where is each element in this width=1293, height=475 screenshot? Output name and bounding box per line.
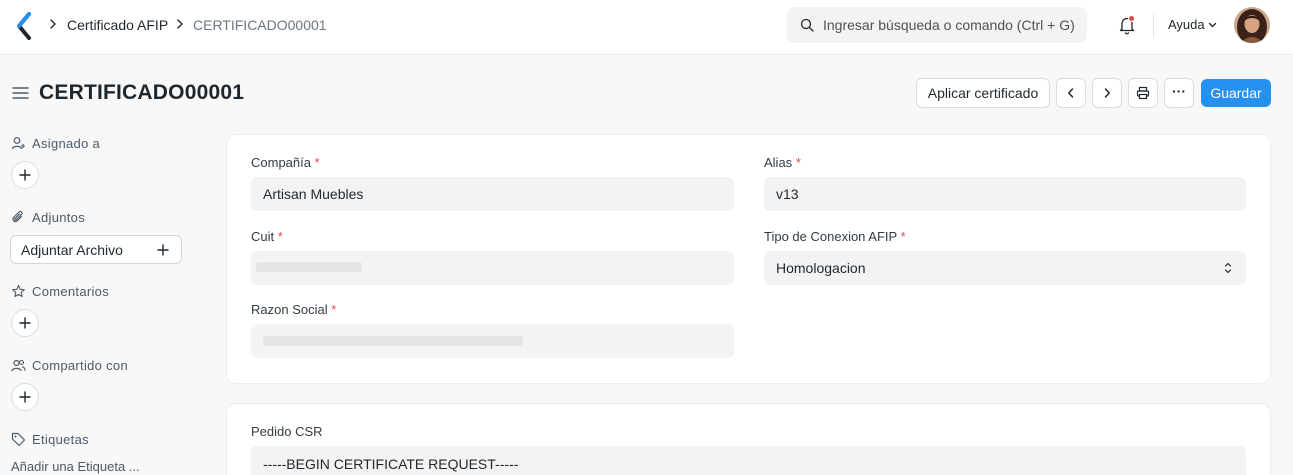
more-actions-button[interactable]: ··· [1164,78,1194,108]
previous-document-button[interactable] [1056,78,1086,108]
attachments-section: Adjuntos [11,210,85,225]
app-logo-icon[interactable] [14,12,34,40]
chevron-right-icon [1104,88,1110,98]
tag-icon [11,432,26,447]
add-comment-button[interactable] [11,309,39,337]
connection-type-label: Tipo de Conexion AFIP * [764,229,906,244]
print-button[interactable] [1128,78,1158,108]
users-icon [11,359,26,372]
chevron-down-icon[interactable] [1208,21,1217,29]
help-menu[interactable]: Ayuda [1168,17,1205,33]
star-icon [12,284,25,298]
alias-label: Alias * [764,155,801,170]
plus-icon [19,317,31,329]
user-plus-icon [11,137,25,150]
add-share-button[interactable] [11,383,39,411]
comments-label: Comentarios [32,284,109,299]
chevron-right-icon [177,19,183,29]
redacted-value [256,262,362,272]
chevron-right-icon [50,19,56,29]
connection-type-select[interactable]: Homologacion [764,251,1246,285]
attach-file-label: Adjuntar Archivo [21,242,123,258]
csr-textarea[interactable]: -----BEGIN CERTIFICATE REQUEST----- [251,446,1246,475]
avatar[interactable] [1234,7,1270,43]
alias-field[interactable]: v13 [764,177,1246,211]
plus-icon [19,169,31,181]
bell-icon[interactable] [1118,15,1136,35]
assigned-to-label: Asignado a [32,136,101,151]
next-document-button[interactable] [1092,78,1122,108]
attachments-label: Adjuntos [32,210,85,225]
search-placeholder: Ingresar búsqueda o comando (Ctrl + G) [823,17,1075,33]
printer-icon [1136,86,1150,100]
apply-certificate-button[interactable]: Aplicar certificado [916,78,1050,108]
company-field[interactable]: Artisan Muebles [251,177,734,211]
comments-section: Comentarios [11,284,109,299]
paperclip-icon [12,210,23,223]
shared-with-section: Compartido con [11,358,128,373]
cuit-field[interactable] [251,251,734,285]
redacted-value [263,336,523,346]
assigned-to-section: Asignado a [11,136,100,151]
search-bar[interactable]: Ingresar búsqueda o comando (Ctrl + G) [787,7,1087,43]
csr-label: Pedido CSR [251,424,323,439]
add-tag-link[interactable]: Añadir una Etiqueta ... [11,459,140,474]
hamburger-icon[interactable] [12,86,29,100]
business-name-field[interactable] [251,324,734,358]
shared-with-label: Compartido con [32,358,128,373]
plus-icon [157,244,169,256]
plus-icon [19,391,31,403]
connection-type-value: Homologacion [776,260,866,276]
search-icon [800,18,814,32]
breadcrumb-doctype[interactable]: Certificado AFIP [67,16,168,34]
navbar-divider [1153,13,1154,37]
chevron-left-icon [1068,88,1074,98]
add-assignee-button[interactable] [11,161,39,189]
tags-label: Etiquetas [32,432,89,447]
breadcrumb-document[interactable]: CERTIFICADO00001 [193,16,327,34]
tags-section: Etiquetas [11,432,89,447]
select-arrows-icon [1224,262,1232,274]
company-label: Compañía * [251,155,320,170]
page-title: CERTIFICADO00001 [39,81,245,104]
save-button[interactable]: Guardar [1201,79,1271,107]
attach-file-button[interactable]: Adjuntar Archivo [10,235,182,264]
navbar: Certificado AFIP CERTIFICADO00001 Ingres… [0,0,1293,55]
cuit-label: Cuit * [251,229,283,244]
csr-value: -----BEGIN CERTIFICATE REQUEST----- [263,456,519,472]
business-name-label: Razon Social * [251,302,337,317]
